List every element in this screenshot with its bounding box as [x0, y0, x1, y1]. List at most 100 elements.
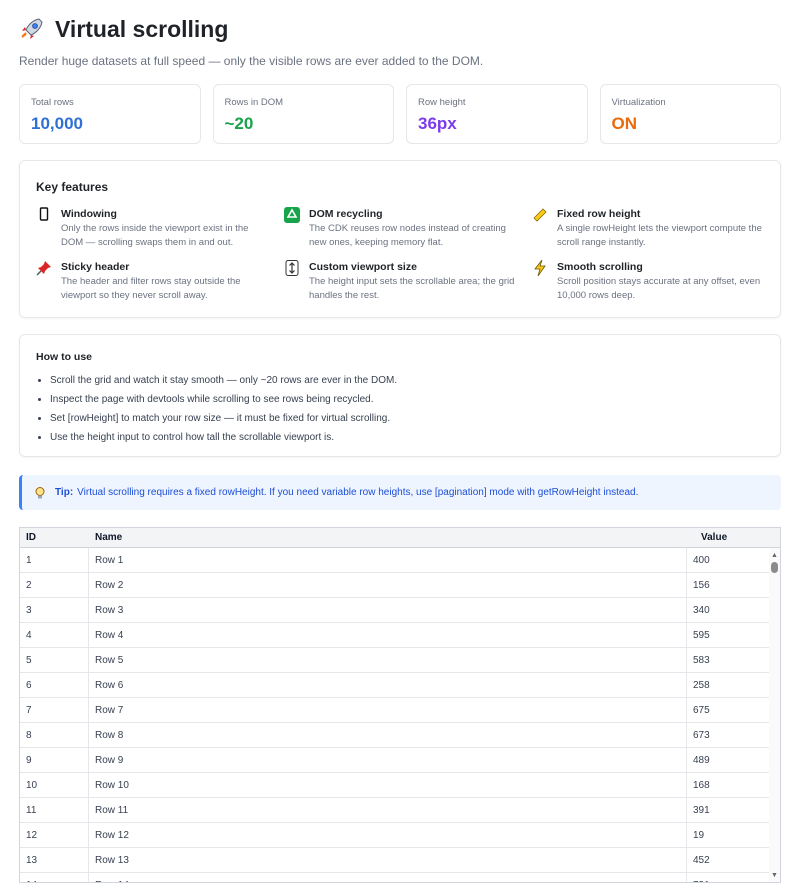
- up-down-arrow-icon: [284, 260, 300, 276]
- feature-windowing: Windowing Only the rows inside the viewp…: [36, 207, 284, 250]
- table-row[interactable]: 10 Row 10 168: [20, 773, 780, 798]
- table-row[interactable]: 4 Row 4 595: [20, 623, 780, 648]
- tip-text: Virtual scrolling requires a fixed rowHe…: [77, 487, 639, 498]
- stats-row: Total rows 10,000 Rows in DOM ~20 Row he…: [19, 84, 781, 144]
- how-to-list: Scroll the grid and watch it stay smooth…: [36, 371, 764, 447]
- cell-id: 8: [20, 723, 89, 747]
- table-row[interactable]: 7 Row 7 675: [20, 698, 780, 723]
- cell-id: 6: [20, 673, 89, 697]
- cell-id: 2: [20, 573, 89, 597]
- cell-name: Row 7: [89, 698, 687, 722]
- feature-title: Fixed row height: [557, 208, 641, 220]
- recycle-icon: [284, 207, 300, 223]
- grid-header: ID Name Value: [20, 528, 780, 548]
- feature-desc: A single rowHeight lets the viewport com…: [557, 223, 762, 248]
- cell-id: 4: [20, 623, 89, 647]
- list-item: Scroll the grid and watch it stay smooth…: [50, 371, 764, 390]
- stat-value: ~20: [224, 114, 254, 133]
- feature-desc: Only the rows inside the viewport exist …: [61, 223, 249, 248]
- column-header-value[interactable]: Value: [687, 532, 767, 543]
- how-to-card: How to use Scroll the grid and watch it …: [19, 334, 781, 457]
- cell-value: 400: [693, 554, 710, 566]
- cell-value: 595: [693, 629, 710, 641]
- column-header-name[interactable]: Name: [89, 532, 687, 543]
- cell-value: 452: [693, 854, 710, 866]
- table-row[interactable]: 6 Row 6 258: [20, 673, 780, 698]
- stat-virtualization: Virtualization ON: [599, 84, 781, 144]
- table-row[interactable]: 13 Row 13 452: [20, 848, 780, 873]
- cell-name: Row 13: [89, 848, 687, 872]
- cell-name: Row 11: [89, 798, 687, 822]
- cell-name: Row 9: [89, 748, 687, 772]
- feature-custom-viewport-size: Custom viewport size The height input se…: [284, 260, 532, 303]
- table-row[interactable]: 5 Row 5 583: [20, 648, 780, 673]
- cell-id: 13: [20, 848, 89, 872]
- table-row[interactable]: 11 Row 11 391: [20, 798, 780, 823]
- cell-name: Row 3: [89, 598, 687, 622]
- cell-value: 258: [693, 679, 710, 691]
- how-to-title: How to use: [36, 351, 93, 363]
- cell-id: 5: [20, 648, 89, 672]
- grid-viewport[interactable]: 1 Row 1 400 2 Row 2 156 3 Row 3 340 4 Row 4 595 5 Row…: [20, 548, 780, 882]
- scroll-down-arrow-icon[interactable]: ▼: [771, 872, 778, 879]
- lightning-icon: [532, 260, 548, 276]
- stat-label: Total rows: [31, 97, 74, 108]
- cell-value: 391: [693, 804, 710, 816]
- feature-desc: The header and filter rows stay outside …: [61, 276, 241, 301]
- table-row[interactable]: 12 Row 12 19: [20, 823, 780, 848]
- cell-value: 675: [693, 704, 710, 716]
- vertical-scrollbar[interactable]: ▲ ▼: [769, 548, 780, 882]
- cell-name: Row 5: [89, 648, 687, 672]
- feature-title: Smooth scrolling: [557, 261, 643, 273]
- phone-icon: [36, 207, 52, 223]
- cell-id: 14: [20, 873, 89, 882]
- data-grid[interactable]: ID Name Value 1 Row 1 400 2 Row 2 156 3 Row 3 34…: [19, 527, 781, 883]
- page-title: Virtual scrolling: [55, 15, 229, 42]
- rocket-icon: [19, 16, 45, 42]
- page-header: Virtual scrolling: [19, 14, 781, 44]
- stat-rows-in-dom: Rows in DOM ~20: [212, 84, 394, 144]
- stat-value: 10,000: [31, 114, 83, 133]
- lightbulb-icon: [33, 486, 47, 500]
- cell-id: 7: [20, 698, 89, 722]
- table-row[interactable]: 3 Row 3 340: [20, 598, 780, 623]
- cell-id: 11: [20, 798, 89, 822]
- feature-title: Sticky header: [61, 261, 130, 273]
- cell-id: 10: [20, 773, 89, 797]
- feature-dom-recycling: DOM recycling The CDK reuses row nodes i…: [284, 207, 532, 250]
- table-row[interactable]: 14Row 14731: [20, 873, 780, 882]
- stat-label: Row height: [418, 97, 466, 108]
- scrollbar-thumb[interactable]: [771, 562, 778, 573]
- tip-callout: Tip: Virtual scrolling requires a fixed …: [19, 475, 781, 510]
- cell-value: 489: [693, 754, 710, 766]
- cell-value: 583: [693, 654, 710, 666]
- feature-title: Windowing: [61, 208, 117, 220]
- feature-desc: The height input sets the scrollable are…: [309, 276, 515, 301]
- page-subtitle: Render huge datasets at full speed — onl…: [19, 54, 484, 68]
- stat-value: 36px: [418, 114, 457, 133]
- column-header-id[interactable]: ID: [20, 532, 89, 543]
- table-row[interactable]: 9 Row 9 489: [20, 748, 780, 773]
- feature-desc: The CDK reuses row nodes instead of crea…: [309, 223, 506, 248]
- cell-id: 3: [20, 598, 89, 622]
- table-row[interactable]: 1 Row 1 400: [20, 548, 780, 573]
- ruler-icon: [532, 207, 548, 223]
- feature-title: DOM recycling: [309, 208, 383, 220]
- cell-name: Row 1: [89, 548, 687, 572]
- table-row[interactable]: 2 Row 2 156: [20, 573, 780, 598]
- stat-total-rows: Total rows 10,000: [19, 84, 201, 144]
- cell-id: 9: [20, 748, 89, 772]
- scroll-up-arrow-icon[interactable]: ▲: [771, 552, 778, 559]
- stat-label: Rows in DOM: [224, 97, 284, 108]
- cell-id: 1: [20, 548, 89, 572]
- cell-value: 673: [693, 729, 710, 741]
- table-row[interactable]: 8 Row 8 673: [20, 723, 780, 748]
- feature-title: Custom viewport size: [309, 261, 417, 273]
- list-item: Inspect the page with devtools while scr…: [50, 390, 764, 409]
- feature-fixed-row-height: Fixed row height A single rowHeight lets…: [532, 207, 762, 250]
- cell-name: Row 4: [89, 623, 687, 647]
- cell-name: Row 14: [89, 873, 687, 882]
- list-item: Use the height input to control how tall…: [50, 428, 764, 447]
- pushpin-icon: [36, 260, 52, 276]
- cell-name: Row 2: [89, 573, 687, 597]
